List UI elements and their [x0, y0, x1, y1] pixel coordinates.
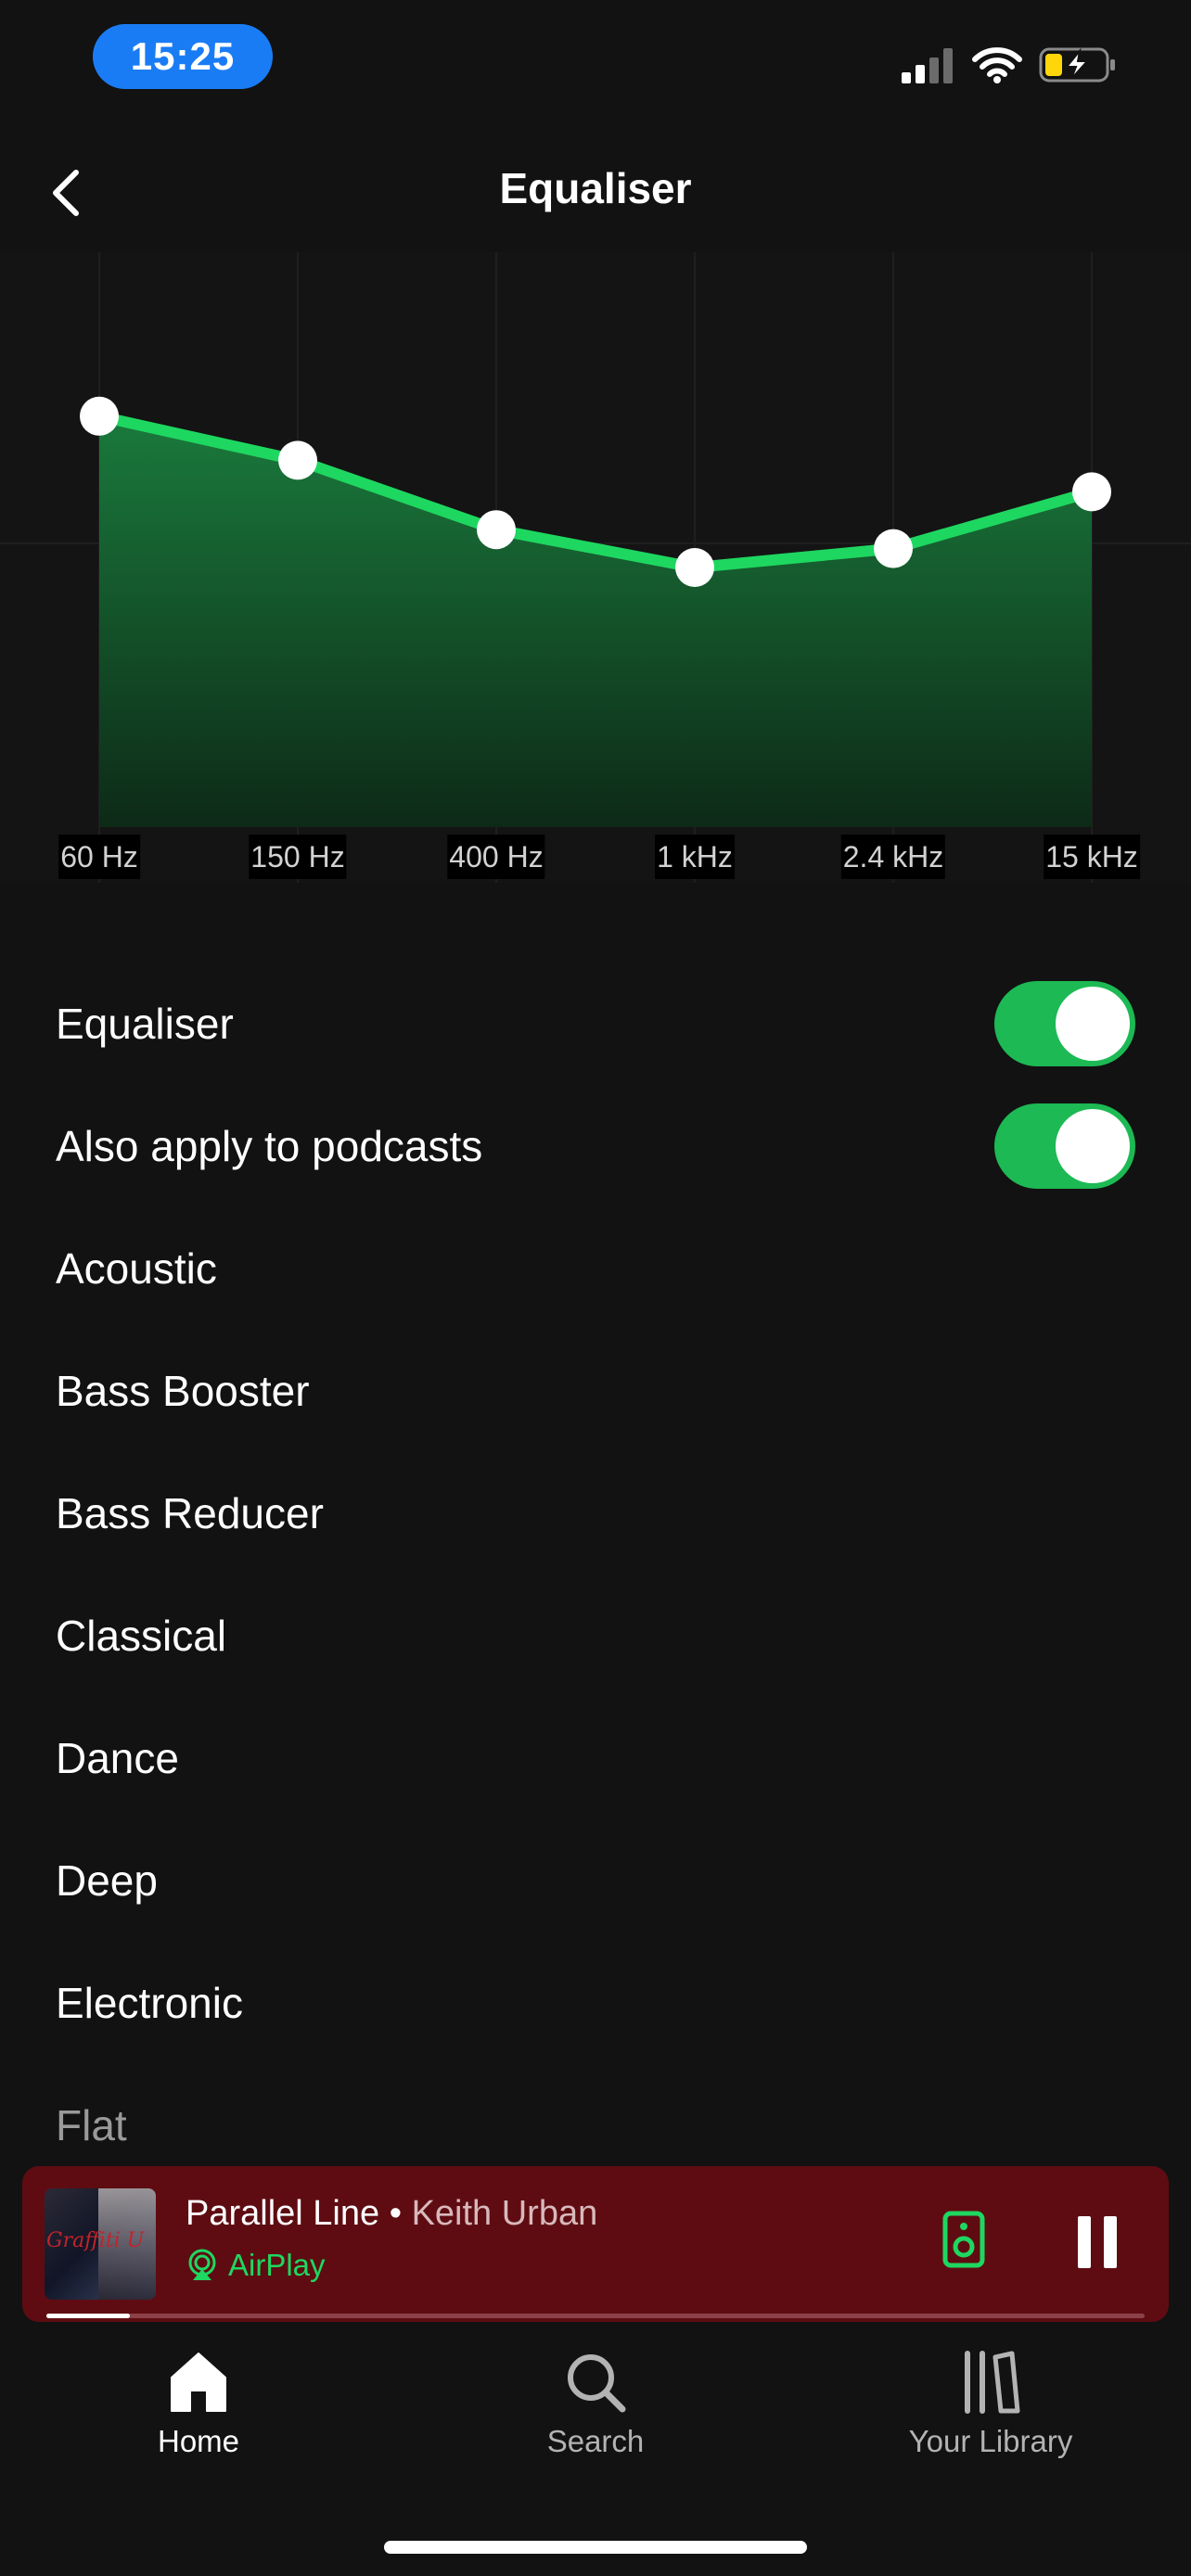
pause-button[interactable]	[1076, 2216, 1119, 2268]
preset-bass-booster[interactable]: Bass Booster	[56, 1330, 1135, 1452]
equaliser-toggle-label: Equaliser	[56, 1000, 234, 1048]
preset-dance[interactable]: Dance	[56, 1697, 1135, 1819]
output-device[interactable]: AirPlay	[186, 2248, 326, 2283]
band-label: 15 kHz	[1044, 835, 1140, 879]
wifi-icon	[972, 47, 1022, 83]
toggle-knob	[1056, 987, 1130, 1061]
toggle-knob	[1056, 1109, 1130, 1183]
output-device-label: AirPlay	[228, 2248, 326, 2282]
preset-label: Bass Reducer	[56, 1489, 324, 1537]
pause-icon-right-bar	[1104, 2216, 1117, 2268]
preset-label: Acoustic	[56, 1244, 217, 1293]
status-time: 15:25	[93, 24, 273, 89]
preset-classical[interactable]: Classical	[56, 1575, 1135, 1697]
playback-progress-fill	[46, 2314, 130, 2318]
album-art-title: Graffiti U	[46, 2229, 145, 2252]
band-handle-60-hz[interactable]	[80, 396, 119, 436]
artist-name: Keith Urban	[411, 2194, 598, 2233]
title-separator: •	[379, 2194, 412, 2233]
preset-label: Electronic	[56, 1979, 243, 2027]
preset-electronic[interactable]: Electronic	[56, 1942, 1135, 2064]
now-playing-text[interactable]: Parallel Line • Keith Urban	[186, 2194, 597, 2234]
tab-search[interactable]: Search	[475, 2350, 716, 2459]
band-label: 150 Hz	[249, 835, 347, 879]
preset-label: Bass Booster	[56, 1367, 310, 1415]
pause-icon-left-bar	[1078, 2216, 1091, 2268]
band-label: 400 Hz	[447, 835, 545, 879]
tab-home-label: Home	[157, 2424, 240, 2458]
band-label: 1 kHz	[655, 835, 735, 879]
band-label: 60 Hz	[58, 835, 140, 879]
podcasts-toggle[interactable]	[994, 1103, 1135, 1189]
home-icon	[171, 2353, 226, 2412]
band-handle-15-khz[interactable]	[1072, 472, 1111, 512]
airplay-audio-icon	[188, 2249, 216, 2280]
preset-deep[interactable]: Deep	[56, 1819, 1135, 1942]
equaliser-chart	[0, 252, 1191, 883]
preset-bass-reducer[interactable]: Bass Reducer	[56, 1452, 1135, 1575]
search-icon	[568, 2354, 626, 2413]
podcasts-toggle-row[interactable]: Also apply to podcasts	[56, 1085, 1135, 1207]
equaliser-toggle-row[interactable]: Equaliser	[56, 963, 1135, 1085]
tab-home[interactable]: Home	[78, 2350, 319, 2459]
playback-progress[interactable]	[46, 2314, 1145, 2318]
band-handle-2-4-khz[interactable]	[874, 529, 913, 568]
status-icons	[900, 45, 1117, 85]
preset-label: Dance	[56, 1734, 179, 1782]
page-title: Equaliser	[499, 164, 692, 212]
tab-search-label: Search	[546, 2424, 645, 2458]
podcasts-toggle-label: Also apply to podcasts	[56, 1122, 483, 1170]
tab-your-library-label: Your Library	[908, 2424, 1073, 2458]
speaker-icon[interactable]	[942, 2211, 985, 2268]
library-icon	[965, 2351, 1020, 2414]
band-handle-1-khz[interactable]	[675, 548, 714, 587]
preset-label: Flat	[56, 2101, 127, 2149]
album-art[interactable]: Graffiti U	[45, 2188, 156, 2300]
band-label: 2.4 kHz	[840, 835, 946, 879]
band-handle-400-hz[interactable]	[477, 510, 516, 550]
song-title: Parallel Line	[186, 2194, 380, 2233]
mini-player[interactable]: Graffiti U Parallel Line • Keith Urban A…	[22, 2166, 1169, 2322]
tab-your-library[interactable]: Your Library	[870, 2350, 1111, 2459]
battery-charging-icon	[1039, 47, 1115, 83]
band-handle-150-hz[interactable]	[278, 440, 317, 480]
cellular-signal-icon	[902, 48, 953, 83]
home-indicator	[384, 2541, 807, 2554]
preset-label: Deep	[56, 1856, 158, 1905]
equaliser-toggle[interactable]	[994, 981, 1135, 1066]
preset-acoustic[interactable]: Acoustic	[56, 1207, 1135, 1330]
preset-label: Classical	[56, 1612, 227, 1660]
